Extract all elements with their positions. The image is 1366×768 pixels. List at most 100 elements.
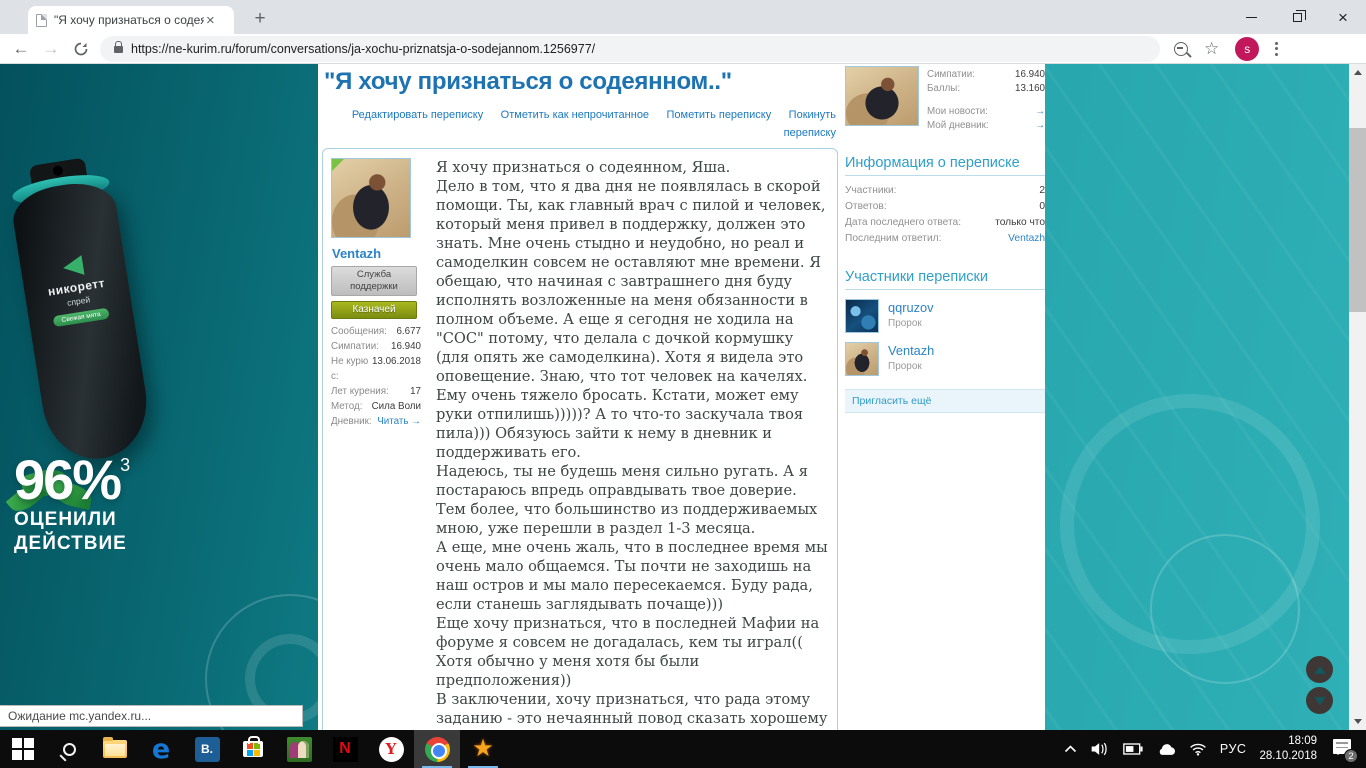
volume-icon[interactable] [1090,741,1110,757]
info-row-last-reply: Последним ответил: Ventazh [845,231,1045,247]
profile-avatar[interactable]: s [1235,36,1260,61]
flag-conversation-link[interactable]: Пометить переписку [667,109,772,121]
browser-tabstrip: "Я хочу признаться о содеянно × + × [0,0,1366,34]
battery-icon[interactable] [1123,743,1143,755]
nicorette-ad[interactable]: никоретт спрей Свежая мята 96%3 ОЦЕНИЛИ … [0,64,375,730]
participant-row: Ventazh Пророк [845,342,1045,376]
participant-row: qqruzov Пророк [845,299,1045,333]
netflix-button[interactable]: N [322,730,368,768]
thread-actions: Редактировать переписку Отметить как неп… [322,105,836,141]
minimize-button[interactable] [1228,0,1274,34]
spray-bottle: никоретт спрей Свежая мята [5,154,155,467]
vk-button[interactable]: B. [184,730,230,768]
restore-button[interactable] [1274,0,1320,34]
url-text[interactable]: https://ne-kurim.ru/forum/conversations/… [131,42,595,56]
yandex-button[interactable]: Y [368,730,414,768]
leave-conversation-link[interactable]: Покинуть переписку [784,109,836,139]
address-bar[interactable]: https://ne-kurim.ru/forum/conversations/… [100,35,1160,62]
stat-row: Лет курения: 17 [331,385,421,397]
browser-tab[interactable]: "Я хочу признаться о содеянно × [28,6,234,34]
arrow-down-icon [1313,696,1326,705]
scrollbar-down-icon[interactable] [1349,713,1366,730]
edit-conversation-link[interactable]: Редактировать переписку [352,109,483,121]
search-icon [62,742,76,756]
page-title: "Я хочу признаться о содеянном.." [324,68,732,95]
vk-icon: B. [194,736,220,762]
taskbar-clock[interactable]: 18:09 28.10.2018 [1259,734,1317,764]
green-app-button[interactable] [276,730,322,768]
chrome-button[interactable] [414,730,460,768]
message-body: Я хочу признаться о содеянном, Яша. Дело… [427,158,831,730]
browser-menu-icon[interactable] [1275,41,1279,56]
scroll-up-button[interactable] [1306,656,1333,683]
start-button[interactable] [0,730,46,768]
invite-more-link[interactable]: Пригласить ещё [845,389,1045,413]
page-scrollbar[interactable] [1349,64,1366,730]
info-row: Ответов: 0 [845,201,1045,212]
lock-icon[interactable] [114,41,123,53]
my-avatar[interactable] [845,66,919,126]
message-paragraph: А еще, мне очень жаль, что в последнее в… [436,539,828,613]
participant-name[interactable]: Ventazh [888,342,934,359]
forward-icon[interactable]: → [36,39,66,59]
windows-logo-icon [12,738,34,760]
system-tray: РУС 18:09 28.10.2018 2 [1064,734,1366,764]
wifi-icon[interactable] [1189,742,1207,756]
yandex-icon: Y [378,736,404,762]
thread-column: "Я хочу признаться о содеянном.." Редакт… [322,64,838,730]
stat-row-diary: Дневник: Читать → [331,415,421,427]
scrollbar-thumb[interactable] [1349,128,1366,312]
last-reply-user-link[interactable]: Ventazh [1008,231,1045,247]
page-favicon-icon [36,13,47,27]
my-profile-block: Симпатии: 16.940 Баллы: 13.160 Мои новости… [845,66,1045,133]
arrow-link[interactable]: → [1035,119,1045,133]
message-paragraph: Дело в том, что я два дня не появлялась … [436,178,826,461]
reload-icon[interactable] [66,41,96,57]
close-button[interactable]: × [1320,0,1366,34]
file-explorer-button[interactable] [92,730,138,768]
my-diary-row: Мой дневник: → [927,119,1045,133]
info-row: Участники: 2 [845,185,1045,196]
ad-line2: ДЕЙСТВИЕ [14,532,127,554]
zoom-icon[interactable] [1174,41,1188,56]
status-bar: Ожидание mc.yandex.ru... [0,705,303,727]
new-tab-button[interactable]: + [248,8,272,30]
participant-name[interactable]: qqruzov [888,299,934,316]
tab-close-icon[interactable]: × [206,13,215,28]
my-news-row: Мои новости: → [927,105,1045,119]
tray-chevron-icon[interactable] [1064,745,1077,753]
star-icon: ★ [472,735,494,762]
online-indicator-icon [332,159,344,171]
tab-title: "Я хочу признаться о содеянно [54,13,204,27]
scrollbar-up-icon[interactable] [1349,64,1366,81]
participant-role: Пророк [888,360,922,372]
browser-toolbar: ← → https://ne-kurim.ru/forum/conversati… [0,34,1366,64]
store-button[interactable] [230,730,276,768]
bookmark-star-icon[interactable]: ☆ [1204,39,1219,59]
clock-date: 28.10.2018 [1259,750,1317,762]
character-app-icon [286,736,312,762]
ad-percent: 96% [14,448,122,511]
message-paragraph: В заключении, хочу признаться, что рада … [436,691,828,730]
author-name[interactable]: Ventazh [332,246,427,261]
star-app-button[interactable]: ★ [460,730,506,768]
onedrive-cloud-icon[interactable] [1156,743,1176,756]
mark-unread-link[interactable]: Отметить как непрочитанное [501,109,649,121]
back-icon[interactable]: ← [6,39,36,59]
ad-superscript: 3 [120,455,130,475]
participant-avatar[interactable] [845,342,879,376]
language-indicator[interactable]: РУС [1220,742,1247,756]
info-row: Дата последнего ответа: только что [845,217,1045,228]
edge-button[interactable]: e [138,730,184,768]
author-panel: Ventazh Служба поддержки Казначей Сообще… [331,158,427,730]
taskbar-search-button[interactable] [46,730,92,768]
message-paragraph: Я хочу признаться о содеянном, Яша. [436,159,731,176]
scroll-down-button[interactable] [1306,687,1333,714]
author-avatar[interactable] [331,158,411,238]
stat-row: Симпатии: 16.940 [331,340,421,352]
arrow-link[interactable]: → [1035,105,1045,119]
folder-icon [103,737,127,758]
action-center-button[interactable]: 2 [1330,736,1358,763]
treasurer-badge: Казначей [331,300,417,319]
participant-avatar[interactable] [845,299,879,333]
